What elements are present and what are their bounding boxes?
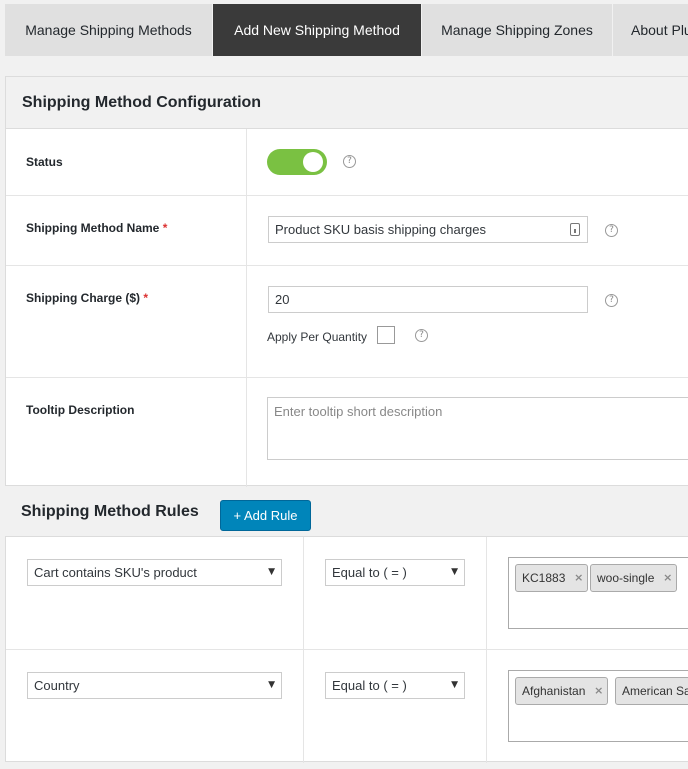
- tooltip-placeholder: Enter tooltip short description: [274, 404, 443, 419]
- rule-condition-value: Cart contains SKU's product: [34, 565, 197, 580]
- tab-manage-shipping-methods[interactable]: Manage Shipping Methods: [5, 4, 212, 56]
- rule-operator-value: Equal to ( = ): [332, 678, 407, 693]
- shipping-charge-value: 20: [275, 292, 290, 307]
- row-divider: [6, 377, 688, 378]
- tab-about-plugin[interactable]: About Plu: [613, 4, 688, 56]
- rules-table: Cart contains SKU's product ▼ Equal to (…: [5, 536, 688, 763]
- rule-condition-select[interactable]: Cart contains SKU's product ▼: [27, 559, 282, 586]
- rule-operator-select[interactable]: Equal to ( = ) ▼: [325, 559, 465, 586]
- apply-per-quantity-label: Apply Per Quantity: [267, 330, 368, 344]
- toggle-knob: [303, 152, 323, 172]
- row-divider: [6, 265, 688, 266]
- value-tag-label: Afghanistan: [522, 684, 586, 698]
- column-divider: [246, 129, 247, 487]
- method-name-input[interactable]: Product SKU basis shipping charges: [268, 216, 588, 243]
- shipping-charge-label: Shipping Charge ($) *: [26, 291, 148, 305]
- column-divider: [303, 537, 304, 763]
- rule-operator-value: Equal to ( = ): [332, 565, 407, 580]
- tooltip-description-label: Tooltip Description: [26, 403, 135, 417]
- value-tag: woo-single ×: [590, 564, 678, 592]
- column-divider: [486, 537, 487, 763]
- help-icon[interactable]: ?: [343, 155, 356, 168]
- remove-tag-icon[interactable]: ×: [663, 565, 672, 591]
- method-name-value: Product SKU basis shipping charges: [275, 222, 487, 237]
- field-lock-icon: [570, 223, 580, 236]
- remove-tag-icon[interactable]: ×: [574, 565, 583, 591]
- rule-condition-select[interactable]: Country ▼: [27, 672, 282, 699]
- tab-add-new-shipping-method[interactable]: Add New Shipping Method: [213, 4, 421, 56]
- value-tag-label: KC1883: [522, 571, 566, 585]
- caret-down-icon: ▼: [268, 680, 275, 690]
- rule-condition-value: Country: [34, 678, 80, 693]
- status-toggle[interactable]: [267, 149, 327, 175]
- value-tag: Afghanistan ×: [515, 677, 609, 705]
- caret-down-icon: ▼: [451, 680, 458, 690]
- help-icon[interactable]: ?: [605, 224, 618, 237]
- value-tag: KC1883 ×: [515, 564, 589, 592]
- shipping-charge-input[interactable]: 20: [268, 286, 588, 313]
- required-mark: *: [162, 221, 168, 235]
- row-divider: [6, 195, 688, 196]
- required-mark: *: [143, 291, 149, 305]
- tab-manage-shipping-zones[interactable]: Manage Shipping Zones: [422, 4, 612, 56]
- config-title: Shipping Method Configuration: [22, 94, 262, 111]
- config-header: Shipping Method Configuration: [6, 77, 688, 129]
- status-label: Status: [26, 155, 63, 169]
- add-rule-button[interactable]: + Add Rule: [220, 500, 311, 531]
- shipping-charge-label-text: Shipping Charge ($): [26, 291, 140, 305]
- config-panel: Shipping Method Configuration Status ? S…: [5, 76, 688, 487]
- row-divider: [6, 649, 688, 650]
- method-name-label: Shipping Method Name *: [26, 221, 167, 235]
- tab-bar: Manage Shipping Methods Add New Shipping…: [0, 0, 688, 56]
- caret-down-icon: ▼: [268, 567, 275, 577]
- rule-values-multiselect[interactable]: KC1883 × woo-single ×: [508, 557, 688, 629]
- help-icon[interactable]: ?: [605, 294, 618, 307]
- value-tag-label: American Sa: [622, 684, 688, 698]
- rules-title: Shipping Method Rules: [21, 503, 199, 520]
- remove-tag-icon[interactable]: ×: [594, 678, 603, 704]
- method-name-label-text: Shipping Method Name: [26, 221, 160, 235]
- apply-per-quantity-checkbox[interactable]: [377, 326, 395, 344]
- value-tag-label: woo-single: [597, 571, 655, 585]
- help-icon[interactable]: ?: [415, 329, 428, 342]
- value-tag: American Sa: [615, 677, 688, 705]
- rule-values-multiselect[interactable]: Afghanistan × American Sa: [508, 670, 688, 742]
- caret-down-icon: ▼: [451, 567, 458, 577]
- tooltip-description-textarea[interactable]: Enter tooltip short description: [267, 397, 688, 460]
- rule-operator-select[interactable]: Equal to ( = ) ▼: [325, 672, 465, 699]
